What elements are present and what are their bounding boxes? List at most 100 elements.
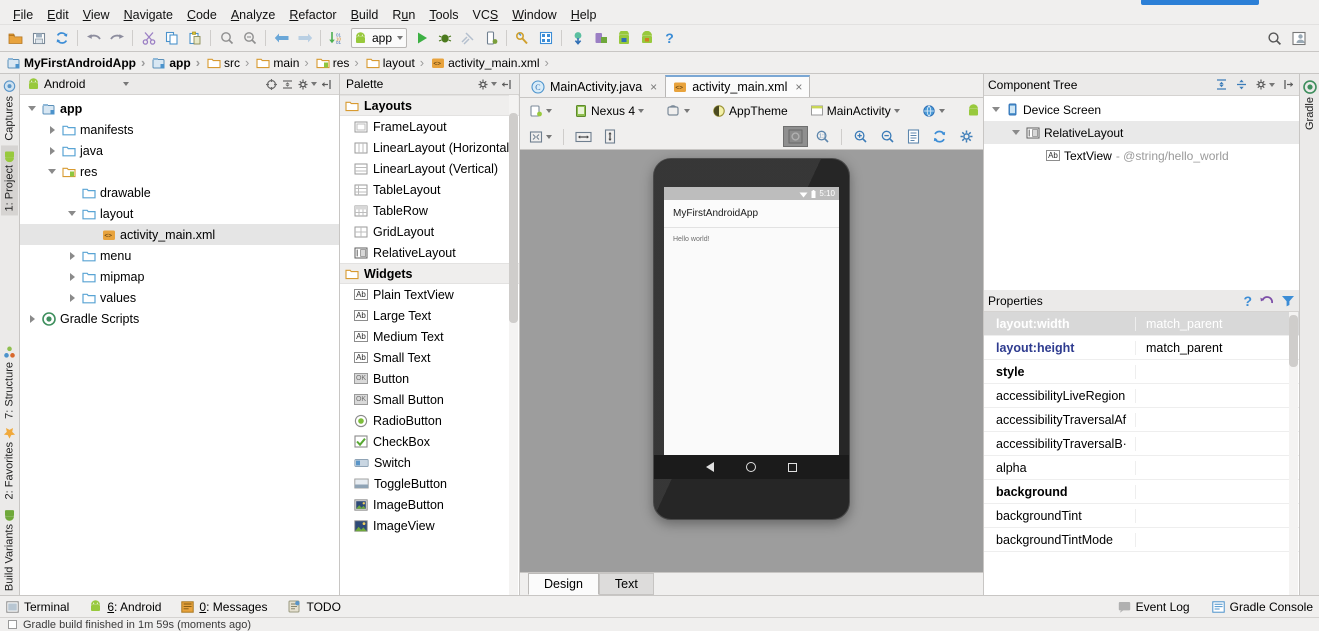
property-row[interactable]: style	[984, 360, 1299, 384]
palette-group-widgets[interactable]: Widgets	[340, 263, 519, 284]
component-tree-item-device-screen[interactable]: Device Screen	[984, 98, 1299, 121]
breadcrumb-item-main[interactable]: main ›	[254, 55, 312, 70]
palette-item-plain-textview[interactable]: Ab Plain TextView	[340, 284, 519, 305]
chevron-down-icon[interactable]	[684, 109, 691, 113]
zoom-out-button[interactable]	[875, 126, 900, 147]
collapse-all-icon[interactable]	[1235, 78, 1248, 91]
settings-gear-icon[interactable]	[1255, 78, 1275, 91]
palette-item-gridlayout[interactable]: GridLayout	[340, 221, 519, 242]
rail-item-7--structure[interactable]: 7: Structure	[1, 342, 18, 423]
tool-window-terminal[interactable]: Terminal	[6, 600, 69, 614]
menu-item-window[interactable]: Window	[505, 7, 563, 23]
editor-tab-mainactivity-java[interactable]: C MainActivity.java ×	[523, 75, 665, 97]
tree-item-java[interactable]: java	[20, 140, 339, 161]
restore-default-icon[interactable]	[1259, 294, 1274, 308]
design-canvas[interactable]: 5:10 MyFirstAndroidApp Hello world!	[520, 150, 983, 572]
palette-item-large-text[interactable]: Ab Large Text	[340, 305, 519, 326]
palette-item-tablelayout[interactable]: TableLayout	[340, 179, 519, 200]
twisty-closed-icon[interactable]	[66, 271, 78, 283]
properties-scrollbar[interactable]	[1289, 312, 1298, 595]
menu-item-help[interactable]: Help	[564, 7, 604, 23]
palette-item-imagebutton[interactable]: ImageButton	[340, 494, 519, 515]
chevron-down-icon[interactable]	[546, 109, 552, 113]
hide-icon[interactable]	[1282, 78, 1295, 91]
undo-icon[interactable]	[82, 27, 105, 49]
help-icon[interactable]: ?	[658, 27, 681, 49]
zoom-in-button[interactable]	[848, 126, 873, 147]
tree-item-menu[interactable]: menu	[20, 245, 339, 266]
tree-item-values[interactable]: values	[20, 287, 339, 308]
twisty-closed-icon[interactable]	[26, 313, 38, 325]
menu-item-view[interactable]: View	[76, 7, 117, 23]
cut-icon[interactable]	[137, 27, 160, 49]
properties-table[interactable]: layout:width match_parent layout:height mat…	[984, 312, 1299, 595]
chevron-down-icon[interactable]	[893, 109, 900, 113]
rail-item-build-variants[interactable]: Build Variants	[1, 504, 18, 595]
chevron-down-icon[interactable]	[638, 109, 645, 113]
menu-item-tools[interactable]: Tools	[422, 7, 465, 23]
design-settings-button[interactable]	[954, 126, 979, 147]
menu-item-build[interactable]: Build	[344, 7, 386, 23]
open-folder-icon[interactable]	[4, 27, 27, 49]
breadcrumb-item-layout[interactable]: layout ›	[364, 55, 428, 70]
fit-screen-button[interactable]	[524, 126, 557, 147]
palette-item-small-button[interactable]: OK Small Button	[340, 389, 519, 410]
match-height-button[interactable]	[599, 126, 621, 147]
refresh-button[interactable]	[927, 126, 952, 147]
editor-mode-tab-design[interactable]: Design	[528, 573, 599, 595]
property-row[interactable]: layout:width match_parent	[984, 312, 1299, 336]
back-icon[interactable]	[270, 27, 293, 49]
breadcrumb-item-src[interactable]: src ›	[205, 55, 253, 70]
property-value[interactable]: match_parent	[1136, 317, 1299, 331]
palette-item-checkbox[interactable]: CheckBox	[340, 431, 519, 452]
twisty-closed-icon[interactable]	[46, 124, 58, 136]
run-icon[interactable]	[410, 27, 433, 49]
zoom-actual-button[interactable]: 1:1	[810, 126, 835, 147]
device-selector[interactable]: Nexus 4	[569, 101, 649, 122]
search-everywhere-icon[interactable]	[1263, 27, 1286, 49]
save-all-icon[interactable]	[27, 27, 50, 49]
paste-icon[interactable]	[183, 27, 206, 49]
preview-content[interactable]: Hello world!	[664, 228, 839, 455]
editor-mode-tab-text[interactable]: Text	[598, 573, 654, 595]
tree-item-mipmap[interactable]: mipmap	[20, 266, 339, 287]
component-tree[interactable]: Device Screen RelativeLayout Ab TextView - …	[984, 96, 1299, 290]
menu-item-vcs[interactable]: VCS	[466, 7, 506, 23]
property-row[interactable]: accessibilityTraversalAf	[984, 408, 1299, 432]
rail-item-2--favorites[interactable]: 2: Favorites	[1, 422, 18, 503]
menu-item-code[interactable]: Code	[180, 7, 224, 23]
menu-item-file[interactable]: File	[6, 7, 40, 23]
rail-item-1--project[interactable]: 1: Project	[1, 144, 18, 216]
activity-selector[interactable]: MainActivity	[805, 101, 905, 122]
menu-item-run[interactable]: Run	[385, 7, 422, 23]
breadcrumb-item-app[interactable]: app ›	[150, 55, 204, 70]
palette-item-medium-text[interactable]: Ab Medium Text	[340, 326, 519, 347]
menu-item-edit[interactable]: Edit	[40, 7, 76, 23]
replace-icon[interactable]	[238, 27, 261, 49]
find-icon[interactable]	[215, 27, 238, 49]
blueprint-mode-button[interactable]	[783, 126, 808, 147]
property-row[interactable]: alpha	[984, 456, 1299, 480]
tree-item-gradle-scripts[interactable]: Gradle Scripts	[20, 308, 339, 329]
palette-item-button[interactable]: OK Button	[340, 368, 519, 389]
tree-item-layout[interactable]: layout	[20, 203, 339, 224]
component-tree-item-relativelayout[interactable]: RelativeLayout	[984, 121, 1299, 144]
twisty-closed-icon[interactable]	[46, 145, 58, 157]
forward-icon[interactable]	[293, 27, 316, 49]
palette-item-relativelayout[interactable]: RelativeLayout	[340, 242, 519, 263]
editor-tab-activity-main-xml[interactable]: <> activity_main.xml ×	[665, 75, 811, 97]
palette-item-togglebutton[interactable]: ToggleButton	[340, 473, 519, 494]
preview-hello-textview[interactable]: Hello world!	[673, 236, 830, 243]
palette-item-small-text[interactable]: Ab Small Text	[340, 347, 519, 368]
avd-manager-icon[interactable]	[534, 27, 557, 49]
menu-item-refactor[interactable]: Refactor	[282, 7, 343, 23]
orientation-selector[interactable]	[661, 101, 695, 122]
twisty-closed-icon[interactable]	[66, 292, 78, 304]
properties-scrollbar-thumb[interactable]	[1289, 315, 1298, 367]
hide-icon[interactable]	[500, 78, 513, 91]
hide-icon[interactable]	[320, 78, 333, 91]
match-width-button[interactable]	[570, 126, 597, 147]
palette-item-framelayout[interactable]: FrameLayout	[340, 116, 519, 137]
property-row[interactable]: backgroundTintMode	[984, 528, 1299, 552]
sync-gradle-icon[interactable]	[566, 27, 589, 49]
